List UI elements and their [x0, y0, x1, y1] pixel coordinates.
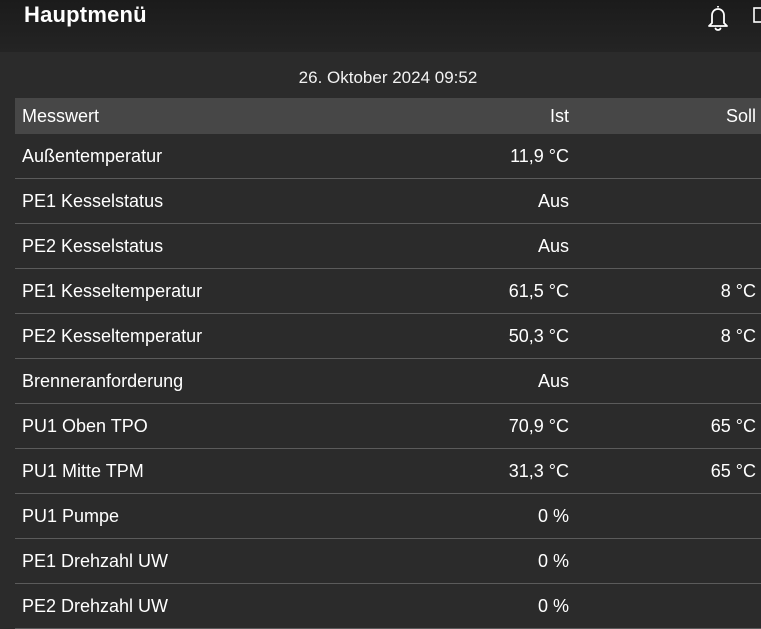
row-name: PE2 Kesseltemperatur	[22, 325, 203, 346]
row-soll-value: 65 °C	[710, 415, 756, 436]
table-row[interactable]: PU1 Pumpe 0 %	[15, 494, 761, 539]
row-soll-value	[575, 359, 756, 403]
row-name: PE1 Kesseltemperatur	[22, 280, 203, 301]
row-ist-value: 0 %	[537, 550, 569, 571]
date-time: 26. Oktober 2024 09:52	[298, 68, 478, 87]
column-header-ist: Ist	[549, 105, 569, 126]
row-ist-value: Aus	[537, 235, 569, 256]
table-row[interactable]: PE1 Kesseltemperatur 61,5 °C 8 °C	[15, 269, 761, 314]
row-ist-value: 0 %	[537, 505, 569, 526]
row-name: PE2 Kesselstatus	[22, 235, 164, 256]
row-soll-value	[575, 224, 756, 268]
table-row[interactable]: PE1 Drehzahl UW 0 %	[15, 539, 761, 584]
row-name: PE2 Drehzahl UW	[22, 595, 169, 616]
row-soll-value	[575, 179, 756, 223]
table-row[interactable]: PE2 Kesseltemperatur 50,3 °C 8 °C	[15, 314, 761, 359]
row-soll-value: 8 °C	[720, 325, 756, 346]
column-header-soll: Soll	[725, 105, 756, 126]
row-soll-value	[575, 584, 756, 628]
page-title: Hauptmenü	[24, 2, 147, 27]
row-name: PU1 Pumpe	[22, 505, 120, 526]
row-soll-value	[575, 134, 756, 178]
panel-icon[interactable]	[753, 7, 761, 23]
row-name: Brenneranforderung	[22, 370, 184, 391]
row-name: PU1 Oben TPO	[22, 415, 148, 436]
table-row[interactable]: Außentemperatur 11,9 °C	[15, 134, 761, 179]
row-name: PE1 Drehzahl UW	[22, 550, 169, 571]
table-row[interactable]: PE2 Drehzahl UW 0 %	[15, 584, 761, 629]
row-ist-value: 70,9 °C	[508, 415, 569, 436]
row-ist-value: 11,9 °C	[510, 145, 569, 166]
top-bar: Hauptmenü	[0, 0, 761, 52]
table-row[interactable]: PU1 Mitte TPM 31,3 °C 65 °C	[15, 449, 761, 494]
table-row[interactable]: PE1 Kesselstatus Aus	[15, 179, 761, 224]
measurement-table: Messwert Ist Soll Außentemperatur 11,9 °C…	[15, 98, 761, 629]
row-soll-value: 8 °C	[720, 280, 756, 301]
row-ist-value: 61,5 °C	[508, 280, 569, 301]
row-name: PU1 Mitte TPM	[22, 460, 144, 481]
table-row[interactable]: PU1 Oben TPO 70,9 °C 65 °C	[15, 404, 761, 449]
row-soll-value: 65 °C	[710, 460, 756, 481]
table-row[interactable]: Brenneranforderung Aus	[15, 359, 761, 404]
column-header-messwert: Messwert	[22, 105, 100, 126]
row-soll-value	[575, 494, 756, 538]
row-ist-value: Aus	[537, 190, 569, 211]
table-row[interactable]: PE2 Kesselstatus Aus	[15, 224, 761, 269]
row-soll-value	[575, 539, 756, 583]
table-header: Messwert Ist Soll	[15, 98, 761, 134]
row-ist-value: 0 %	[537, 595, 569, 616]
row-name: Außentemperatur	[22, 145, 163, 166]
row-ist-value: 31,3 °C	[508, 460, 569, 481]
row-ist-value: 50,3 °C	[508, 325, 569, 346]
row-name: PE1 Kesselstatus	[22, 190, 164, 211]
bell-icon[interactable]	[704, 3, 732, 31]
row-ist-value: Aus	[537, 370, 569, 391]
